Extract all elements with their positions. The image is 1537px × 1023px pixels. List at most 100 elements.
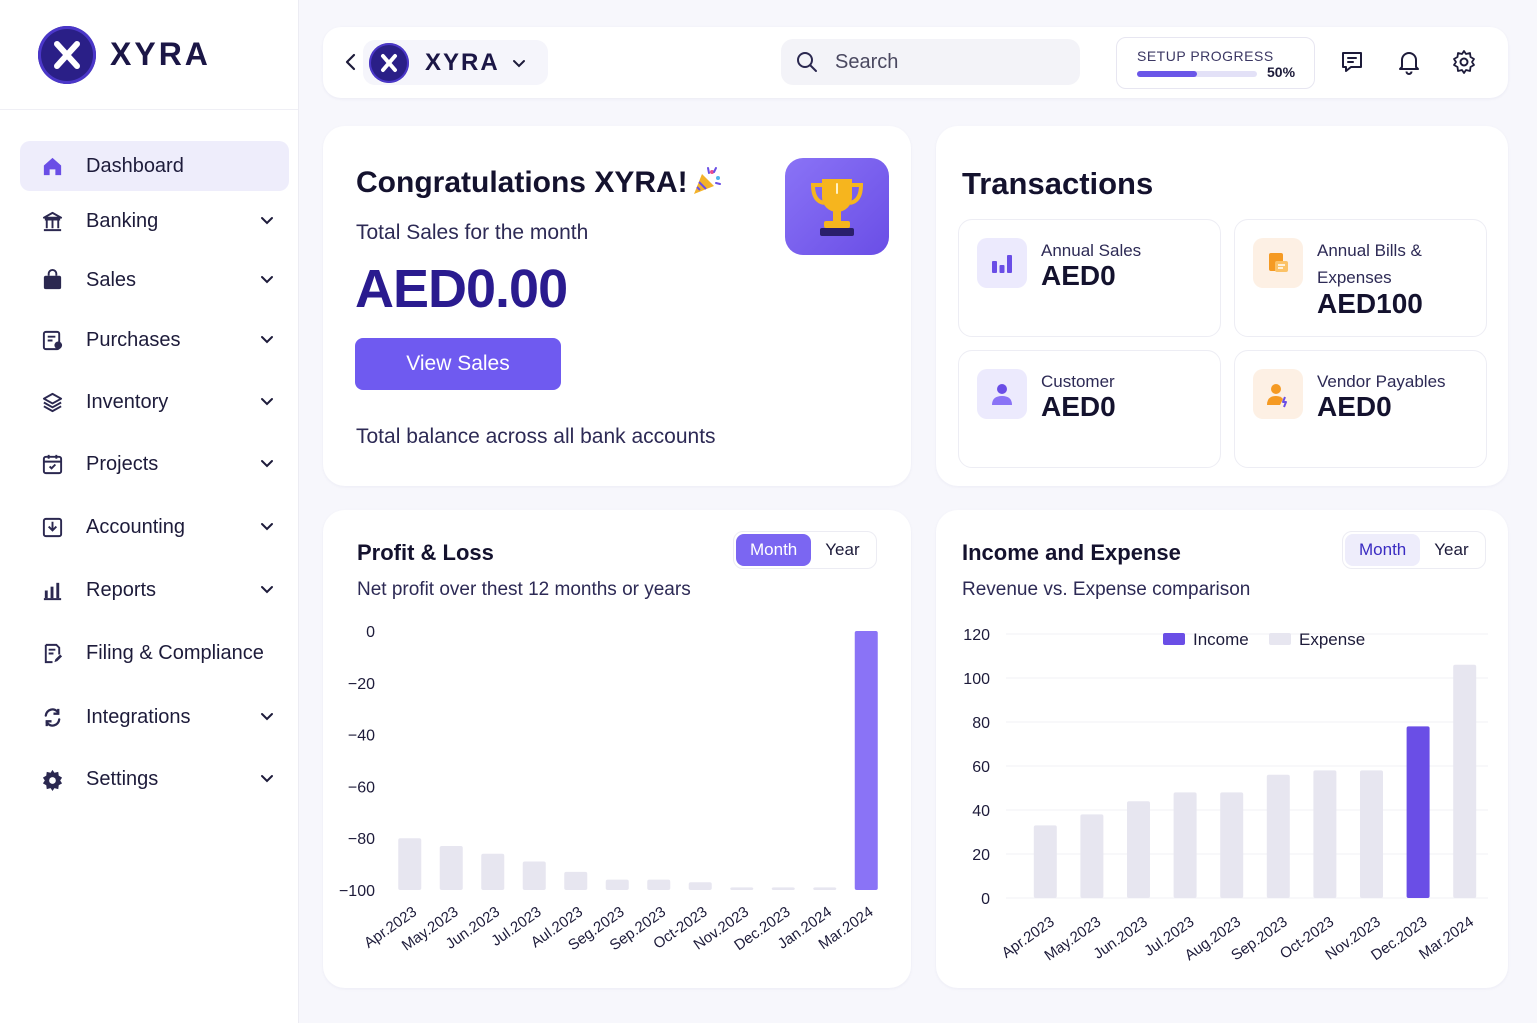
sidebar-item-filing-compliance[interactable]: Filing & Compliance bbox=[20, 628, 289, 678]
income-expense-chart: 120100806040200Income ExpenseApr.2023May.… bbox=[963, 627, 1488, 964]
logo-icon bbox=[38, 25, 96, 84]
bell-icon[interactable] bbox=[1396, 49, 1422, 75]
sidebar-item-banking[interactable]: Banking bbox=[20, 196, 289, 246]
setup-progress-track bbox=[1137, 71, 1257, 77]
bar-chart-icon bbox=[977, 238, 1027, 288]
chevron-down-icon bbox=[512, 59, 525, 67]
setup-progress[interactable]: SETUP PROGRESS 50% bbox=[1116, 37, 1315, 89]
chevron-down-icon bbox=[261, 586, 273, 594]
gear-icon bbox=[40, 767, 64, 791]
top-bar: XYRA SETUP PROGRESS 50% bbox=[323, 27, 1508, 98]
income-expense-card: Income and Expense Revenue vs. Expense c… bbox=[936, 510, 1508, 988]
profit-loss-card: Profit & Loss Net profit over thest 12 m… bbox=[323, 510, 911, 988]
sidebar-item-projects[interactable]: Projects bbox=[20, 439, 289, 489]
y-tick-label: 100 bbox=[963, 671, 990, 688]
chevron-down-icon bbox=[261, 217, 273, 225]
tile-value: AED100 bbox=[1317, 288, 1423, 319]
user-icon bbox=[977, 369, 1027, 419]
search-input[interactable] bbox=[835, 50, 1055, 74]
sidebar-item-label: Projects bbox=[86, 452, 159, 475]
view-sales-button[interactable]: View Sales bbox=[355, 338, 561, 390]
home-icon bbox=[40, 154, 64, 178]
annual-bills-tile[interactable]: Annual Bills & Expenses AED100 bbox=[1234, 219, 1487, 337]
vendor-icon bbox=[1253, 369, 1303, 419]
congrats-title: Congratulations XYRA! bbox=[356, 166, 688, 199]
y-tick-label: 0 bbox=[366, 624, 375, 641]
y-tick-label: 120 bbox=[963, 627, 990, 644]
shopping-bag-icon bbox=[40, 268, 64, 292]
transactions-card: Transactions Annual Sales AED0 Annual Bi… bbox=[936, 126, 1508, 486]
sidebar-item-label: Banking bbox=[86, 209, 159, 232]
party-popper-icon bbox=[694, 167, 721, 194]
bar bbox=[813, 887, 837, 890]
sidebar-item-inventory[interactable]: Inventory bbox=[20, 377, 289, 427]
bar bbox=[481, 853, 505, 890]
download-box-icon bbox=[40, 515, 64, 539]
y-tick-label: 60 bbox=[972, 759, 990, 776]
sidebar-item-settings[interactable]: Settings bbox=[20, 754, 289, 804]
chevron-down-icon bbox=[261, 276, 273, 284]
bar-expense bbox=[1080, 814, 1104, 898]
sidebar-item-dashboard[interactable]: Dashboard bbox=[20, 141, 289, 191]
sidebar-item-label: Dashboard bbox=[86, 154, 184, 177]
profit-loss-chart: 0−20−40−60−80−100Apr.2023May.2023Jun.202… bbox=[339, 624, 878, 954]
bar-chart-icon bbox=[40, 578, 64, 602]
bar bbox=[854, 631, 878, 890]
feedback-icon[interactable] bbox=[1339, 49, 1365, 75]
org-switcher[interactable]: XYRA bbox=[363, 40, 548, 85]
legend-swatch-income bbox=[1163, 633, 1185, 645]
annual-sales-tile[interactable]: Annual Sales AED0 bbox=[958, 219, 1221, 337]
brand: XYRA bbox=[0, 0, 298, 110]
chevron-down-icon bbox=[261, 398, 273, 406]
bar-expense bbox=[1453, 664, 1477, 898]
org-logo-icon bbox=[369, 42, 409, 83]
bar bbox=[564, 871, 588, 890]
y-tick-label: 0 bbox=[981, 891, 990, 908]
sidebar-item-label: Settings bbox=[86, 767, 159, 790]
legend-swatch-expense bbox=[1269, 633, 1291, 645]
sidebar-item-label: Integrations bbox=[86, 705, 191, 728]
chevron-down-icon bbox=[261, 336, 273, 344]
sidebar-item-label: Inventory bbox=[86, 390, 169, 413]
bar-expense bbox=[1220, 792, 1244, 898]
legend-label-expense: Expense bbox=[1299, 630, 1365, 649]
sidebar: XYRA Dashboard Banking Sales Purchases Inven… bbox=[0, 0, 299, 1023]
trophy-badge bbox=[785, 158, 889, 255]
search-box[interactable] bbox=[781, 39, 1080, 85]
back-icon[interactable] bbox=[343, 52, 359, 72]
bar bbox=[647, 879, 671, 890]
bar bbox=[605, 879, 629, 890]
y-tick-label: −100 bbox=[339, 883, 375, 900]
org-name: XYRA bbox=[425, 48, 500, 76]
layers-icon bbox=[40, 390, 64, 414]
sidebar-item-purchases[interactable]: Purchases bbox=[20, 315, 289, 365]
legend-label-income: Income bbox=[1193, 630, 1249, 649]
sidebar-item-reports[interactable]: Reports bbox=[20, 565, 289, 615]
sidebar-item-accounting[interactable]: Accounting bbox=[20, 502, 289, 552]
transactions-title: Transactions bbox=[962, 166, 1154, 201]
bar bbox=[439, 845, 463, 890]
sidebar-item-label: Purchases bbox=[86, 328, 181, 351]
vendor-payables-tile[interactable]: Vendor Payables AED0 bbox=[1234, 350, 1487, 468]
y-tick-label: 80 bbox=[972, 715, 990, 732]
gear-icon[interactable] bbox=[1451, 49, 1477, 75]
y-tick-label: −80 bbox=[348, 831, 375, 848]
sync-icon bbox=[40, 705, 64, 729]
bar-expense bbox=[1033, 825, 1057, 898]
y-tick-label: −20 bbox=[348, 676, 375, 693]
setup-progress-label: SETUP PROGRESS bbox=[1137, 48, 1274, 64]
bills-icon bbox=[1253, 238, 1303, 288]
bank-icon bbox=[40, 209, 64, 233]
bar-expense bbox=[1173, 792, 1197, 898]
bar-expense bbox=[1266, 774, 1290, 898]
file-edit-icon bbox=[40, 641, 64, 665]
y-tick-label: −60 bbox=[348, 779, 375, 796]
bar bbox=[688, 882, 712, 890]
monthly-sales-amount: AED0.00 bbox=[355, 259, 568, 319]
y-tick-label: −40 bbox=[348, 728, 375, 745]
sidebar-item-sales[interactable]: Sales bbox=[20, 255, 289, 305]
sidebar-item-label: Reports bbox=[86, 578, 157, 601]
bar bbox=[522, 861, 546, 890]
sidebar-item-integrations[interactable]: Integrations bbox=[20, 692, 289, 742]
customer-tile[interactable]: Customer AED0 bbox=[958, 350, 1221, 468]
